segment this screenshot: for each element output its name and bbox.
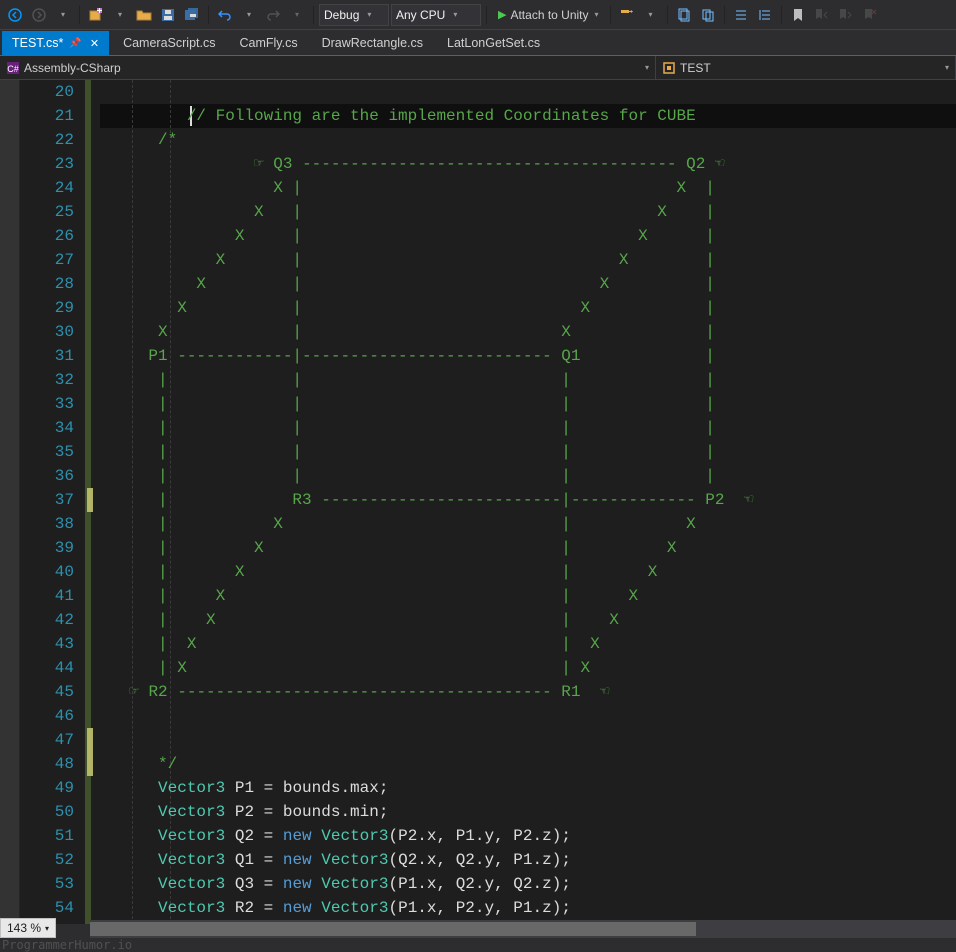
uncomment-icon[interactable] xyxy=(754,4,776,26)
save-all-icon[interactable] xyxy=(181,4,203,26)
tab-latlongetset[interactable]: LatLonGetSet.cs xyxy=(437,31,550,55)
horizontal-scrollbar[interactable] xyxy=(90,920,956,938)
next-bookmark-icon[interactable] xyxy=(835,4,857,26)
play-icon: ▶ xyxy=(498,8,506,21)
new-project-icon[interactable] xyxy=(85,4,107,26)
nav-project-label: Assembly-CSharp xyxy=(24,61,121,75)
line-number-gutter: 2021222324252627282930313233343536373839… xyxy=(20,80,82,924)
history-caret-icon[interactable]: ▾ xyxy=(52,4,74,26)
watermark: ProgrammerHumor.io xyxy=(2,938,132,952)
undo-icon[interactable] xyxy=(214,4,236,26)
csharp-project-icon: C# xyxy=(6,61,20,75)
open-file-icon[interactable] xyxy=(133,4,155,26)
tab-camerascript[interactable]: CameraScript.cs xyxy=(113,31,225,55)
tab-label: LatLonGetSet.cs xyxy=(447,36,540,50)
nav-member[interactable]: TEST ▾ xyxy=(656,56,956,79)
solution-platform-combo[interactable]: Any CPU▾ xyxy=(391,4,481,26)
zoom-label: 143 % xyxy=(7,921,41,935)
comment-out-icon[interactable] xyxy=(730,4,752,26)
solution-platform-label: Any CPU xyxy=(396,8,445,22)
scrollbar-thumb[interactable] xyxy=(90,922,696,936)
zoom-combo[interactable]: 143 % ▾ xyxy=(0,918,56,938)
pin-icon[interactable]: 📌 xyxy=(69,38,81,49)
tab-label: TEST.cs* xyxy=(12,36,63,50)
breakpoint-margin[interactable] xyxy=(0,80,20,924)
save-icon[interactable] xyxy=(157,4,179,26)
tab-drawrectangle[interactable]: DrawRectangle.cs xyxy=(312,31,433,55)
nav-member-label: TEST xyxy=(680,61,711,75)
redo-caret-icon[interactable]: ▾ xyxy=(286,4,308,26)
solution-config-label: Debug xyxy=(324,8,359,22)
clear-bookmarks-icon[interactable] xyxy=(859,4,881,26)
copy-icon[interactable] xyxy=(697,4,719,26)
tab-label: CamFly.cs xyxy=(239,36,297,50)
find-in-files-icon[interactable] xyxy=(673,4,695,26)
svg-text:C#: C# xyxy=(7,64,19,74)
close-icon[interactable]: ✕ xyxy=(90,37,99,50)
step-icon[interactable] xyxy=(616,4,638,26)
redo-icon[interactable] xyxy=(262,4,284,26)
attach-label: Attach to Unity xyxy=(510,8,588,22)
main-toolbar: ▾ ▾ ▾ ▾ Debug▾ Any CPU▾ ▶ Attach to Unit… xyxy=(0,0,956,30)
dropdown-caret-icon[interactable]: ▾ xyxy=(109,4,131,26)
nav-fwd-icon[interactable] xyxy=(28,4,50,26)
navigation-bar: C# Assembly-CSharp ▾ TEST ▾ xyxy=(0,56,956,80)
tab-test-cs[interactable]: TEST.cs* 📌 ✕ xyxy=(2,31,109,55)
solution-config-combo[interactable]: Debug▾ xyxy=(319,4,389,26)
change-track xyxy=(82,80,100,924)
tab-label: CameraScript.cs xyxy=(123,36,215,50)
prev-bookmark-icon[interactable] xyxy=(811,4,833,26)
undo-caret-icon[interactable]: ▾ xyxy=(238,4,260,26)
step-caret-icon[interactable]: ▾ xyxy=(640,4,662,26)
class-icon xyxy=(662,61,676,75)
document-tabs: TEST.cs* 📌 ✕ CameraScript.cs CamFly.cs D… xyxy=(0,30,956,56)
nav-project[interactable]: C# Assembly-CSharp ▾ xyxy=(0,56,656,79)
start-debug-button[interactable]: ▶ Attach to Unity ▾ xyxy=(492,4,605,26)
code-editor[interactable]: 2021222324252627282930313233343536373839… xyxy=(0,80,956,924)
nav-back-icon[interactable] xyxy=(4,4,26,26)
tab-camfly[interactable]: CamFly.cs xyxy=(229,31,307,55)
tab-label: DrawRectangle.cs xyxy=(322,36,423,50)
bookmark-icon[interactable] xyxy=(787,4,809,26)
code-area[interactable]: // Following are the implemented Coordin… xyxy=(100,80,956,924)
